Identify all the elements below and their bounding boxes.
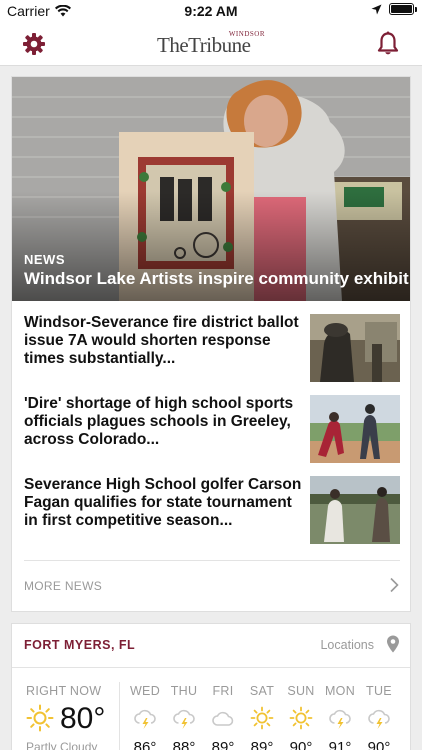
current-temperature: 80° bbox=[60, 702, 106, 735]
sun-icon bbox=[26, 704, 54, 732]
thunderstorm-icon bbox=[368, 709, 390, 729]
forecast-day-name: MON bbox=[324, 684, 356, 698]
logo-main: TheTribune bbox=[157, 33, 251, 57]
forecast-temp: 88° bbox=[172, 739, 196, 750]
forecast-temp: 89° bbox=[211, 739, 235, 750]
story-item[interactable]: Severance High School golfer Carson Faga… bbox=[24, 476, 400, 546]
forecast-temp: 89° bbox=[250, 739, 274, 750]
status-time: 9:22 AM bbox=[184, 3, 238, 19]
tribune-logo: WINDSOR TheTribune bbox=[157, 30, 267, 60]
forecast-day: MON 91° bbox=[322, 684, 358, 750]
forecast-day: FRI 89° bbox=[205, 684, 241, 750]
cloud-icon bbox=[212, 711, 234, 726]
thunderstorm-icon bbox=[329, 709, 351, 729]
forecast-temp: 86° bbox=[133, 739, 157, 750]
weather-vertical-divider bbox=[119, 682, 120, 750]
story-headline[interactable]: Severance High School golfer Carson Faga… bbox=[24, 476, 306, 530]
weather-divider bbox=[12, 667, 410, 668]
story-item[interactable]: 'Dire' shortage of high school sports of… bbox=[24, 395, 400, 465]
story-thumbnail bbox=[310, 314, 400, 382]
nav-bar: WINDSOR TheTribune bbox=[0, 22, 422, 66]
forecast-temp: 90° bbox=[367, 739, 391, 750]
forecast-day-name: SUN bbox=[287, 684, 315, 698]
forecast-day: TUE 90° bbox=[361, 684, 397, 750]
featured-category: NEWS bbox=[24, 252, 65, 267]
featured-headline[interactable]: Windsor Lake Artists inspire community e… bbox=[24, 269, 409, 289]
chevron-right-icon[interactable] bbox=[388, 577, 400, 593]
forecast-day-name: SAT bbox=[249, 684, 275, 698]
current-condition: Partly Cloudy bbox=[26, 740, 98, 750]
featured-story[interactable]: NEWS Windsor Lake Artists inspire commun… bbox=[12, 77, 410, 301]
sun-icon bbox=[250, 706, 274, 730]
thunderstorm-icon bbox=[173, 709, 195, 729]
forecast-day: SAT 89° bbox=[244, 684, 280, 750]
weather-card: FORT MYERS, FL Locations RIGHT NOW 80° P… bbox=[11, 623, 411, 750]
news-card: NEWS Windsor Lake Artists inspire commun… bbox=[11, 76, 411, 612]
forecast-day-name: WED bbox=[129, 684, 161, 698]
settings-gear-icon[interactable] bbox=[22, 32, 46, 56]
sun-icon bbox=[289, 706, 313, 730]
forecast-temp: 91° bbox=[328, 739, 352, 750]
story-thumbnail bbox=[310, 395, 400, 463]
forecast-day: THU 88° bbox=[166, 684, 202, 750]
story-headline[interactable]: 'Dire' shortage of high school sports of… bbox=[24, 395, 306, 449]
forecast-day-name: FRI bbox=[212, 684, 234, 698]
battery-icon bbox=[389, 3, 417, 15]
forecast-day-name: THU bbox=[170, 684, 198, 698]
more-news-link[interactable]: MORE NEWS bbox=[24, 579, 102, 593]
forecast-day: SUN 90° bbox=[283, 684, 319, 750]
location-arrow-icon bbox=[371, 4, 382, 14]
notifications-bell-icon[interactable] bbox=[376, 31, 400, 57]
forecast-day: WED 86° bbox=[127, 684, 163, 750]
map-pin-icon[interactable] bbox=[386, 635, 400, 653]
forecast-temp: 90° bbox=[289, 739, 313, 750]
card-divider bbox=[24, 560, 400, 561]
locations-link[interactable]: Locations bbox=[320, 638, 374, 652]
thunderstorm-icon bbox=[134, 709, 156, 729]
weather-location: FORT MYERS, FL bbox=[24, 638, 136, 652]
status-right bbox=[371, 3, 417, 15]
forecast-day-name: TUE bbox=[366, 684, 392, 698]
story-headline[interactable]: Windsor-Severance fire district ballot i… bbox=[24, 314, 306, 368]
status-bar: Carrier 9:22 AM bbox=[0, 0, 422, 22]
story-thumbnail bbox=[310, 476, 400, 544]
right-now-label: RIGHT NOW bbox=[26, 684, 102, 698]
story-item[interactable]: Windsor-Severance fire district ballot i… bbox=[24, 314, 400, 384]
